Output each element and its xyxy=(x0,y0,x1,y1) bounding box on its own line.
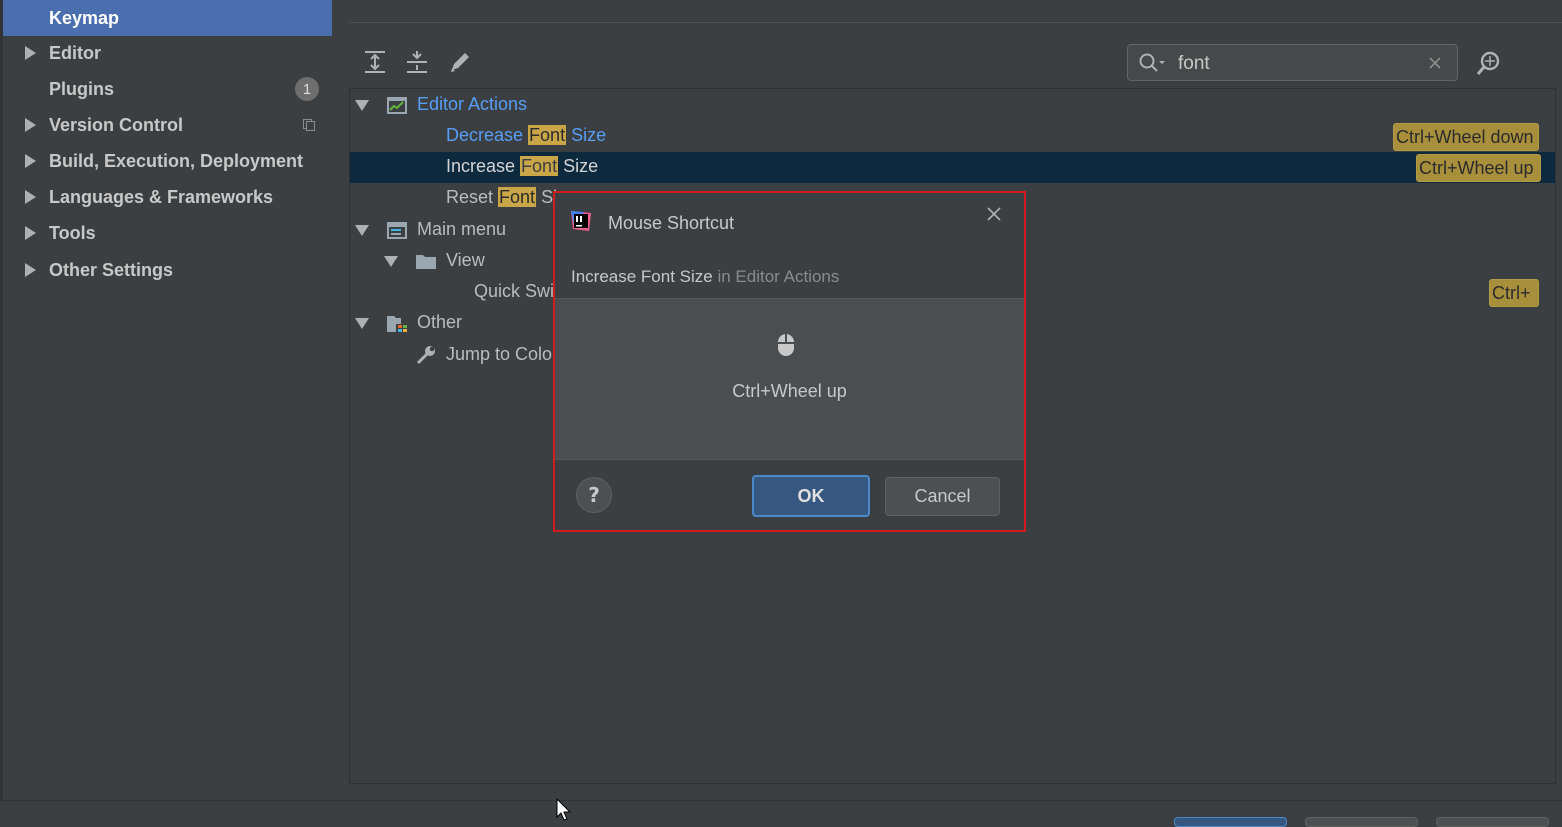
tree-node-increase-font-size[interactable]: Increase Font Size Ctrl+Wheel up xyxy=(350,152,1555,183)
collapse-arrow-icon[interactable] xyxy=(355,100,369,111)
sidebar-item-label: Tools xyxy=(49,222,96,243)
sidebar-item-label: Plugins xyxy=(49,78,115,99)
tree-node-editor-actions[interactable]: Editor Actions xyxy=(350,90,1555,121)
cancel-button[interactable]: Cancel xyxy=(885,477,1000,516)
search-match-highlight: Font xyxy=(528,125,567,145)
search-field[interactable] xyxy=(1127,44,1458,81)
sidebar-item-build-execution-deployment[interactable]: Build, Execution, Deployment xyxy=(3,143,332,179)
shortcut-badge: Ctrl+Wheel up xyxy=(1416,154,1541,182)
sidebar-item-version-control[interactable]: Version Control xyxy=(3,107,332,143)
sidebar-item-label: Build, Execution, Deployment xyxy=(49,150,304,171)
captured-shortcut: Ctrl+Wheel up xyxy=(732,381,847,401)
label-prefix: Increase xyxy=(446,156,521,176)
settings-sidebar: Keymap Editor Plugins 1 Version Control … xyxy=(3,0,332,800)
close-icon[interactable] xyxy=(985,205,1003,223)
action-label: Decrease Font Size xyxy=(446,125,606,146)
expand-arrow-icon[interactable] xyxy=(25,46,36,60)
collapse-arrow-icon[interactable] xyxy=(355,318,369,329)
sidebar-item-label: Other Settings xyxy=(49,259,174,280)
tree-node-decrease-font-size[interactable]: Decrease Font Size Ctrl+Wheel down xyxy=(350,121,1555,152)
footer-apply-button[interactable] xyxy=(1436,817,1549,827)
sidebar-item-other-settings[interactable]: Other Settings xyxy=(3,252,332,288)
tree-node-label: Main menu xyxy=(417,219,507,239)
editor-actions-icon xyxy=(387,97,407,114)
sidebar-item-editor[interactable]: Editor xyxy=(3,35,332,71)
sidebar-item-tools[interactable]: Tools xyxy=(3,215,332,251)
intellij-logo-icon xyxy=(571,211,591,231)
sidebar-item-languages-frameworks[interactable]: Languages & Frameworks xyxy=(3,179,332,215)
project-settings-icon xyxy=(303,119,315,131)
ok-button[interactable]: OK xyxy=(752,475,870,517)
sidebar-item-label: Editor xyxy=(49,42,101,63)
find-shortcut-icon[interactable] xyxy=(1474,49,1504,77)
top-divider xyxy=(349,22,1562,23)
mouse-cursor-icon xyxy=(556,798,572,821)
clear-icon[interactable] xyxy=(1428,56,1442,70)
folder-icon xyxy=(416,255,436,269)
main-menu-icon xyxy=(387,222,407,239)
search-match-highlight: Font xyxy=(520,156,559,176)
edit-icon[interactable] xyxy=(447,49,473,75)
footer-cancel-button[interactable] xyxy=(1305,817,1418,827)
action-label: Reset Font Si xyxy=(446,187,557,208)
label-prefix: Decrease xyxy=(446,125,529,145)
label-suffix: Size xyxy=(558,156,599,176)
sidebar-item-label: Keymap xyxy=(49,7,120,28)
label-prefix: Reset xyxy=(446,187,499,207)
expand-arrow-icon[interactable] xyxy=(25,118,36,132)
mouse-shortcut-dialog: Mouse Shortcut Increase Font Size in Edi… xyxy=(553,191,1026,532)
other-group-icon xyxy=(387,316,407,332)
sidebar-item-plugins[interactable]: Plugins 1 xyxy=(3,71,332,107)
sidebar-item-keymap[interactable]: Keymap xyxy=(3,0,332,36)
collapse-all-icon[interactable] xyxy=(404,49,430,75)
action-name: Increase Font Size xyxy=(571,267,713,286)
shortcut-badge: Ctrl+Wheel down xyxy=(1393,123,1539,151)
expand-arrow-icon[interactable] xyxy=(25,154,36,168)
search-icon[interactable] xyxy=(1138,52,1166,74)
wrench-icon xyxy=(416,346,435,365)
expand-arrow-icon[interactable] xyxy=(25,190,36,204)
action-label: Jump to Colo xyxy=(446,344,553,364)
sidebar-item-label: Version Control xyxy=(49,114,184,135)
action-context: in Editor Actions xyxy=(712,267,840,286)
tree-node-label: View xyxy=(446,250,485,270)
collapse-arrow-icon[interactable] xyxy=(355,225,369,236)
help-button[interactable]: ? xyxy=(576,477,612,513)
expand-all-icon[interactable] xyxy=(362,49,388,75)
collapse-arrow-icon[interactable] xyxy=(384,256,398,267)
dialog-action-description: Increase Font Size in Editor Actions xyxy=(571,267,839,287)
shortcut-badge: Ctrl+ xyxy=(1489,279,1539,307)
updates-badge: 1 xyxy=(295,77,319,101)
expand-arrow-icon[interactable] xyxy=(25,263,36,277)
sidebar-item-label: Languages & Frameworks xyxy=(49,186,274,207)
tree-node-label: Editor Actions xyxy=(417,94,528,114)
search-match-highlight: Font xyxy=(498,187,537,207)
dialog-title: Mouse Shortcut xyxy=(608,213,735,233)
action-label: Increase Font Size xyxy=(446,156,598,177)
tree-node-label: Other xyxy=(417,312,463,332)
mouse-icon xyxy=(778,334,794,356)
label-suffix: Size xyxy=(566,125,607,145)
footer-ok-button[interactable] xyxy=(1174,817,1287,827)
expand-arrow-icon[interactable] xyxy=(25,226,36,240)
search-input[interactable] xyxy=(1176,51,1410,77)
mouse-input-area[interactable]: Ctrl+Wheel up xyxy=(555,298,1024,460)
action-label: Quick Swi xyxy=(474,281,555,301)
